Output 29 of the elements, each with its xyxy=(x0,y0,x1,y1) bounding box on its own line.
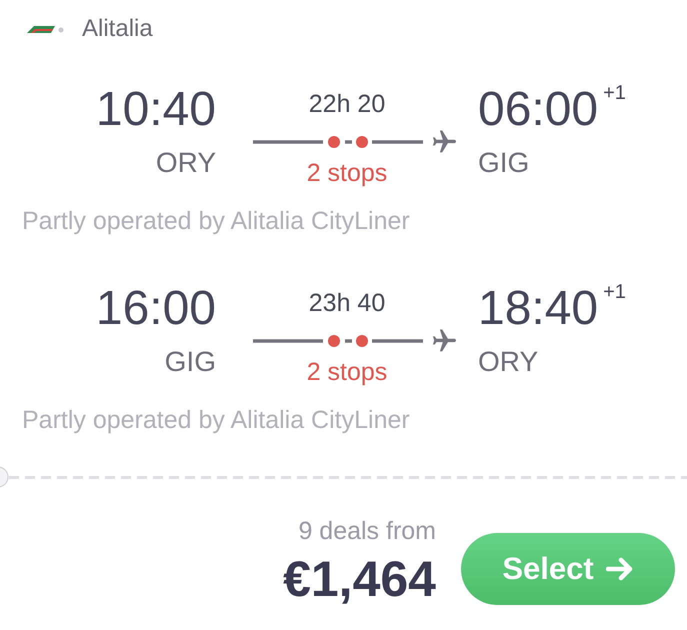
stops-label: 2 stops xyxy=(306,159,388,187)
stop-dot-icon xyxy=(356,136,368,148)
arrival-airport: ORY xyxy=(478,346,538,377)
departure-airport: ORY xyxy=(156,147,216,178)
ticket-notch-icon xyxy=(0,466,9,488)
deals-count-label: 9 deals from xyxy=(298,517,436,545)
price-amount: €1,464 xyxy=(283,551,436,607)
operator-note: Partly operated by Alitalia CityLiner xyxy=(22,209,410,234)
airline-name: Alitalia xyxy=(82,17,153,41)
departure-time: 16:00 xyxy=(96,282,216,335)
departure-time: 10:40 xyxy=(96,83,216,136)
stops-label: 2 stops xyxy=(306,358,388,386)
select-button[interactable]: Select xyxy=(461,533,675,605)
stop-dot-icon xyxy=(328,335,340,347)
arrival-time: 18:40 xyxy=(478,285,598,333)
arrival-time: 06:00 xyxy=(478,86,598,134)
departure-airport: GIG xyxy=(164,346,216,377)
airline-logo-icon xyxy=(25,24,65,34)
arrow-right-icon xyxy=(606,557,634,581)
plane-icon xyxy=(433,130,456,154)
plane-icon xyxy=(433,329,456,353)
flight-duration: 23h 40 xyxy=(308,289,386,317)
day-offset-label: +1 xyxy=(603,83,626,103)
stop-dot-icon xyxy=(356,335,368,347)
stop-dot-icon xyxy=(328,136,340,148)
arrival-airport: GIG xyxy=(478,147,530,178)
operator-note: Partly operated by Alitalia CityLiner xyxy=(22,408,410,433)
flight-duration: 22h 20 xyxy=(308,90,386,118)
day-offset-label: +1 xyxy=(603,282,626,302)
